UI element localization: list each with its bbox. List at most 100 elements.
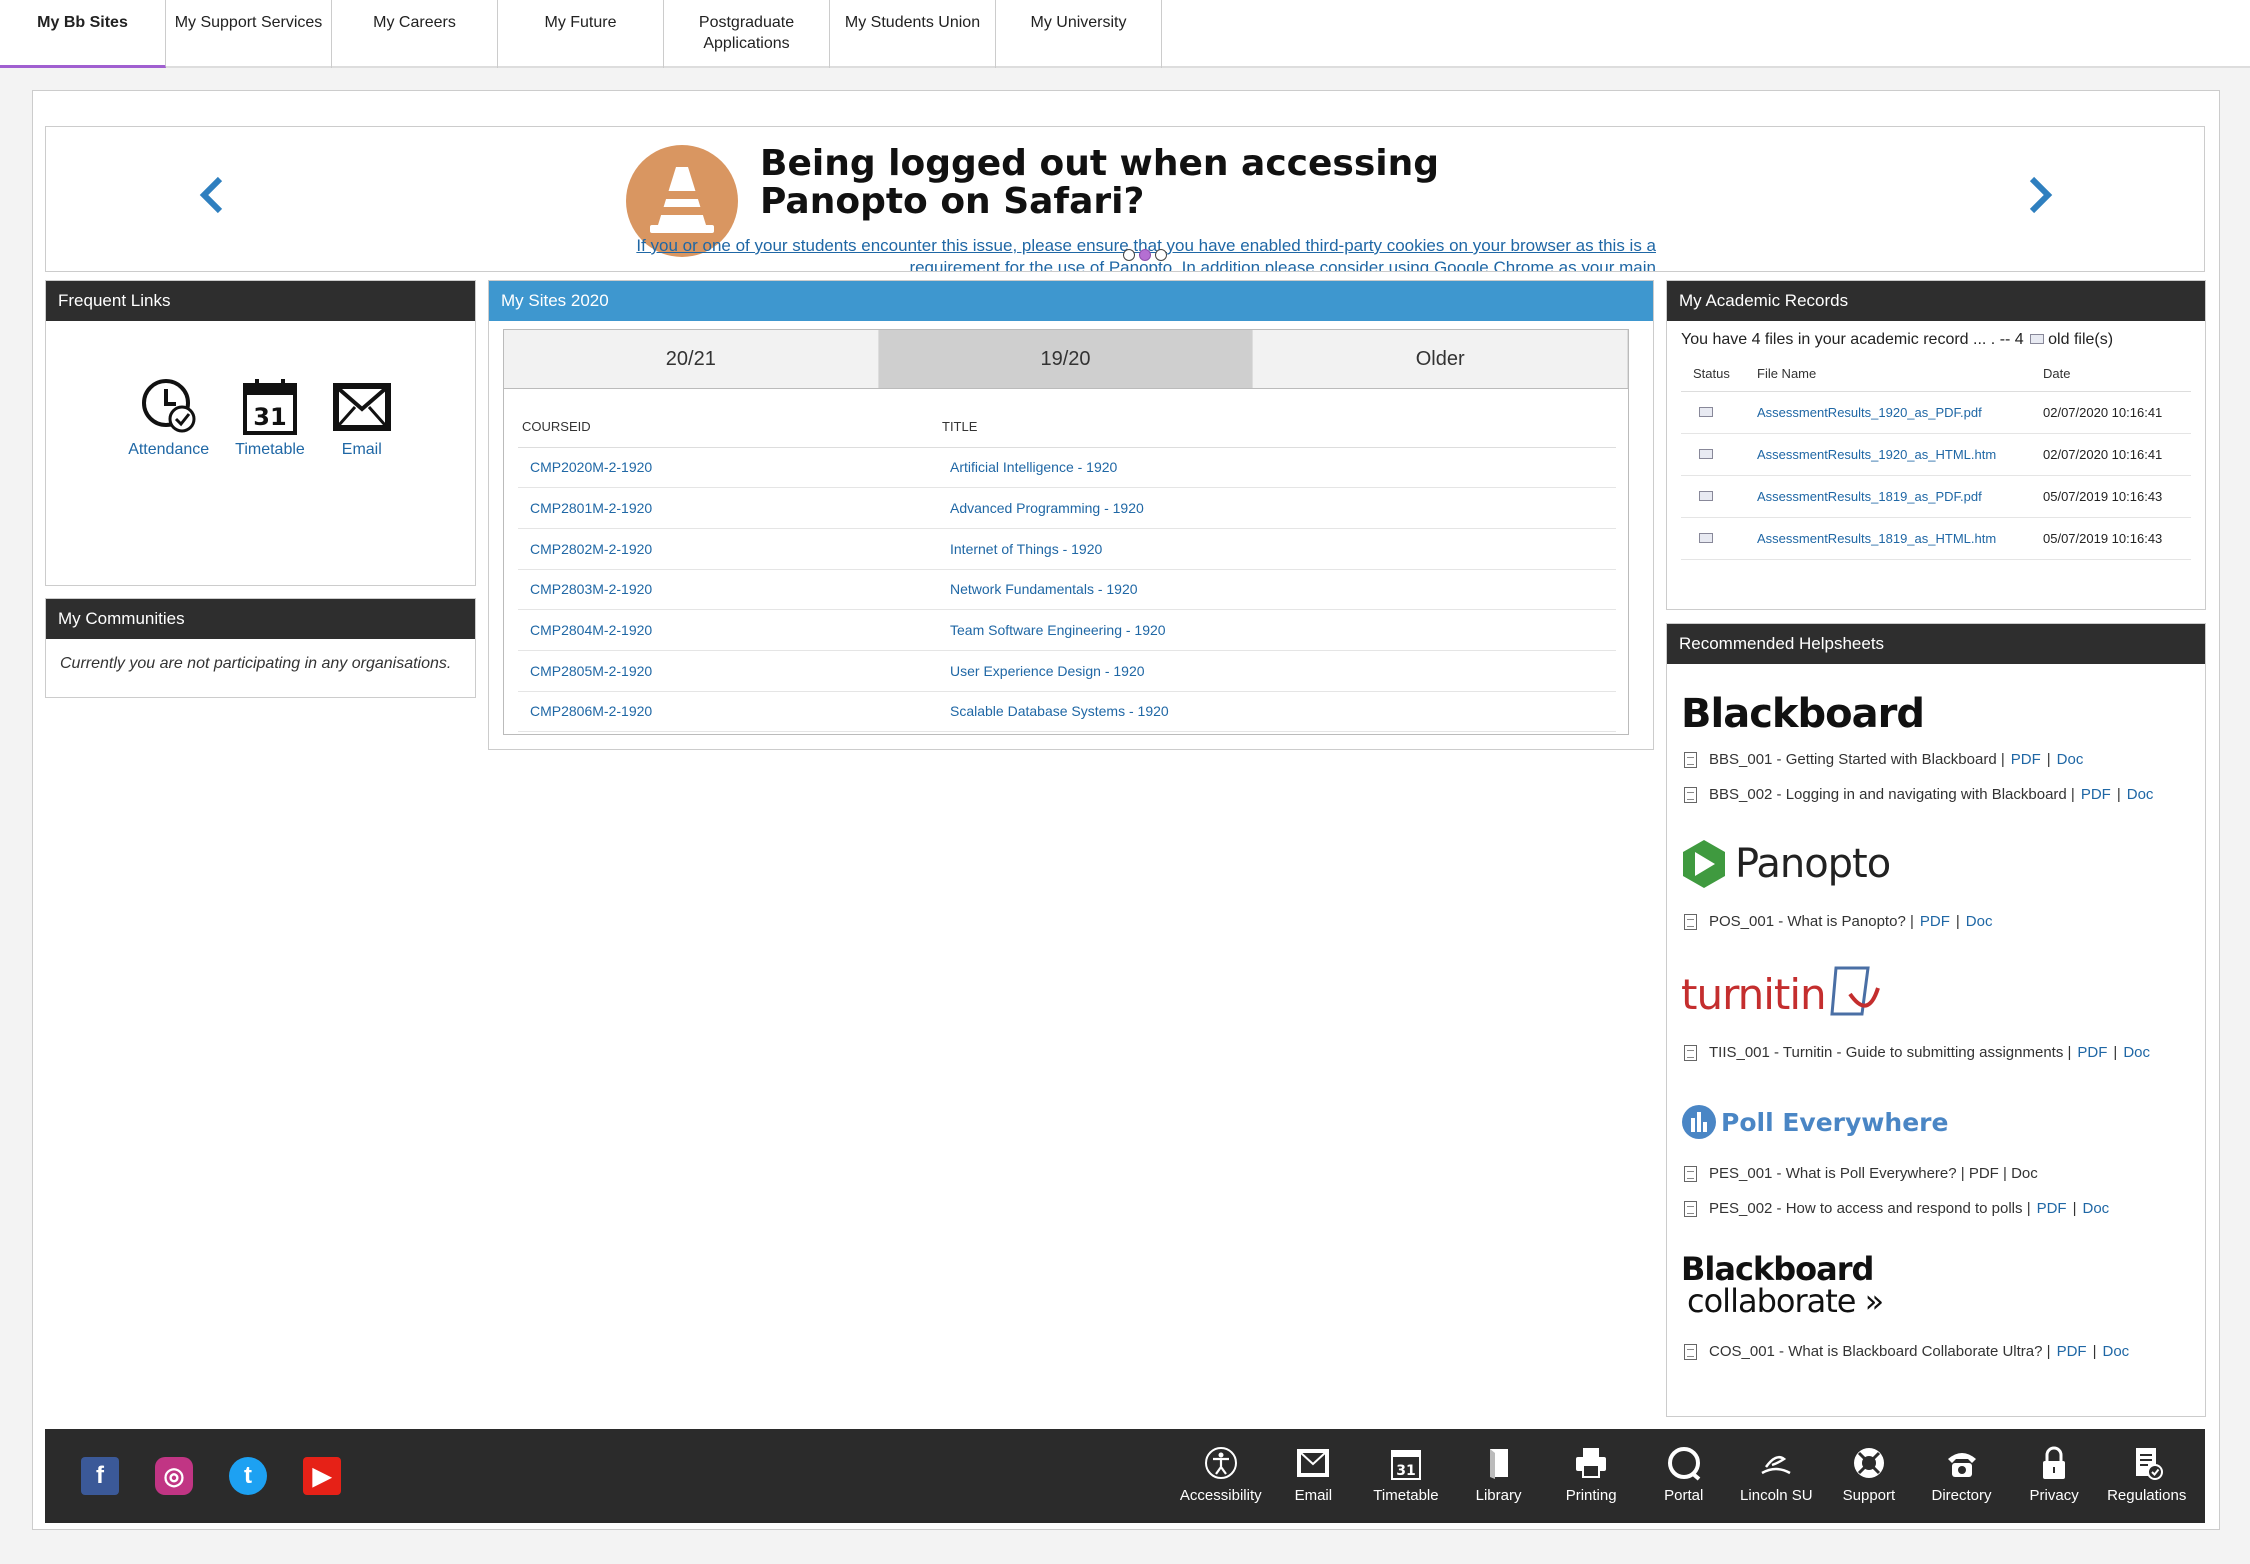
pdf-link[interactable]: PDF xyxy=(2081,786,2111,803)
footer-timetable[interactable]: 31 Timetable xyxy=(1360,1445,1453,1504)
doc-link[interactable]: Doc xyxy=(2123,1044,2150,1061)
lincoln-su-icon xyxy=(1761,1456,1791,1475)
course-title-link[interactable]: User Experience Design - 1920 xyxy=(938,650,1616,692)
doc-link[interactable]: Doc xyxy=(2127,786,2154,803)
panopto-logo: Panopto xyxy=(1681,834,2191,894)
pdf-link[interactable]: PDF xyxy=(2077,1044,2107,1061)
doc-link[interactable]: Doc xyxy=(2057,751,2084,768)
table-row: CMP2803M-2-1920 Network Fundamentals - 19… xyxy=(518,569,1616,611)
blackboard-logo: Blackboard xyxy=(1681,691,1925,737)
calendar-icon: 31 xyxy=(242,379,297,435)
attendance-link[interactable]: Attendance xyxy=(128,377,209,459)
course-id-link[interactable]: CMP2804M-2-1920 xyxy=(518,609,938,651)
footer-directory[interactable]: Directory xyxy=(1915,1445,2008,1504)
chevron-left-icon[interactable] xyxy=(198,169,226,227)
tab-my-future[interactable]: My Future xyxy=(498,0,664,68)
column-header-date: Date xyxy=(2031,357,2191,392)
communities-empty-text: Currently you are not participating in a… xyxy=(60,655,452,672)
portal-icon xyxy=(1667,1447,1701,1481)
tab-older[interactable]: Older xyxy=(1253,330,1629,388)
course-title-link[interactable]: Network Fundamentals - 1920 xyxy=(938,569,1616,611)
pdf-link[interactable]: PDF xyxy=(2037,1200,2067,1217)
tab-my-university[interactable]: My University xyxy=(996,0,1162,68)
course-id-link[interactable]: CMP2806M-2-1920 xyxy=(518,691,938,733)
file-link[interactable]: AssessmentResults_1920_as_PDF.pdf xyxy=(1745,391,2031,434)
carousel-dot-active[interactable] xyxy=(1139,249,1151,261)
course-id-link[interactable]: CMP2020M-2-1920 xyxy=(518,447,938,489)
course-title-link[interactable]: Internet of Things - 1920 xyxy=(938,528,1616,570)
footer-support[interactable]: Support xyxy=(1823,1445,1916,1504)
course-id-link[interactable]: CMP2802M-2-1920 xyxy=(518,528,938,570)
tab-my-students-union[interactable]: My Students Union xyxy=(830,0,996,68)
youtube-icon[interactable]: ▶ xyxy=(303,1457,341,1495)
course-title-link[interactable]: Team Software Engineering - 1920 xyxy=(938,609,1616,651)
course-title-link[interactable]: Scalable Database Systems - 1920 xyxy=(938,691,1616,733)
document-icon xyxy=(1684,751,1697,768)
helpsheet-item: POS_001 - What is Panopto? | PDF | Doc xyxy=(1681,904,2191,939)
column-header-status: Status xyxy=(1681,357,1745,392)
status-icon xyxy=(1699,490,1713,501)
pdf-link[interactable]: PDF xyxy=(1920,913,1950,930)
status-icon xyxy=(1699,448,1713,459)
chevron-right-icon[interactable] xyxy=(2026,169,2054,227)
helpsheets-title: Recommended Helpsheets xyxy=(1667,624,2205,664)
file-link[interactable]: AssessmentResults_1920_as_HTML.htm xyxy=(1745,433,2031,476)
file-link[interactable]: AssessmentResults_1819_as_HTML.htm xyxy=(1745,517,2031,560)
lock-icon xyxy=(2043,1446,2066,1479)
frequent-links-title: Frequent Links xyxy=(46,281,475,321)
timetable-label: Timetable xyxy=(235,441,305,458)
pdf-link[interactable]: PDF xyxy=(2011,751,2041,768)
timetable-link[interactable]: 31 Timetable xyxy=(235,377,305,459)
table-row: CMP2802M-2-1920 Internet of Things - 1920 xyxy=(518,528,1616,570)
footer-regulations[interactable]: Regulations xyxy=(2100,1445,2193,1504)
facebook-icon[interactable]: f xyxy=(81,1457,119,1495)
footer-library[interactable]: Library xyxy=(1452,1445,1545,1504)
accessibility-icon xyxy=(1204,1447,1237,1479)
tab-my-support-services[interactable]: My Support Services xyxy=(166,0,332,68)
doc-link[interactable]: Doc xyxy=(1966,913,1993,930)
email-label: Email xyxy=(341,441,382,458)
frequent-links-panel: Frequent Links Attendance 31 Timetable E… xyxy=(45,280,476,586)
file-date: 02/07/2020 10:16:41 xyxy=(2031,391,2191,434)
course-title-link[interactable]: Advanced Programming - 1920 xyxy=(938,487,1616,529)
doc-link[interactable]: Doc xyxy=(2102,1343,2129,1360)
carousel-dot[interactable] xyxy=(1155,249,1167,261)
my-sites-panel: My Sites 2020 20/21 19/20 Older COURSEID… xyxy=(488,280,1654,750)
footer-lincoln-su[interactable]: Lincoln SU xyxy=(1730,1445,1823,1504)
table-row: CMP2801M-2-1920 Advanced Programming - 19… xyxy=(518,487,1616,529)
course-title-link[interactable]: Artificial Intelligence - 1920 xyxy=(938,447,1616,489)
carousel-dot[interactable] xyxy=(1123,249,1135,261)
tab-my-bb-sites[interactable]: My Bb Sites xyxy=(0,0,166,68)
tab-postgraduate-applications[interactable]: Postgraduate Applications xyxy=(664,0,830,68)
tab-2021[interactable]: 20/21 xyxy=(504,330,879,388)
file-date: 02/07/2020 10:16:41 xyxy=(2031,433,2191,476)
tab-1920[interactable]: 19/20 xyxy=(878,330,1254,388)
blackboard-collaborate-logo: Blackboard collaborate » xyxy=(1681,1250,1884,1320)
course-id-link[interactable]: CMP2803M-2-1920 xyxy=(518,569,938,611)
course-id-link[interactable]: CMP2801M-2-1920 xyxy=(518,487,938,529)
table-row: AssessmentResults_1920_as_HTML.htm 02/07/… xyxy=(1681,433,2191,476)
tab-my-careers[interactable]: My Careers xyxy=(332,0,498,68)
footer-portal[interactable]: Portal xyxy=(1637,1445,1730,1504)
helpsheet-item: PES_002 - How to access and respond to p… xyxy=(1681,1191,2191,1226)
footer-email[interactable]: Email xyxy=(1267,1445,1360,1504)
file-icon xyxy=(2029,334,2044,344)
course-id-link[interactable]: CMP2805M-2-1920 xyxy=(518,650,938,692)
column-header-courseid: COURSEID xyxy=(518,407,938,448)
carousel-indicators xyxy=(1123,249,1167,261)
file-link[interactable]: AssessmentResults_1819_as_PDF.pdf xyxy=(1745,475,2031,518)
doc-link[interactable]: Doc xyxy=(2083,1200,2110,1217)
academic-records-panel: My Academic Records You have 4 files in … xyxy=(1666,280,2206,610)
email-link[interactable]: Email xyxy=(331,377,393,459)
twitter-icon[interactable]: t xyxy=(229,1457,267,1495)
document-icon xyxy=(1684,1200,1697,1217)
pdf-link[interactable]: PDF xyxy=(2057,1343,2087,1360)
attendance-icon xyxy=(141,379,196,433)
footer-printing[interactable]: Printing xyxy=(1545,1445,1638,1504)
footer-privacy[interactable]: Privacy xyxy=(2008,1445,2101,1504)
document-icon xyxy=(1684,786,1697,803)
records-summary-text: You have 4 files in your academic record… xyxy=(1681,331,2024,348)
records-table: Status File Name Date AssessmentResults_… xyxy=(1681,357,2191,560)
footer-accessibility[interactable]: Accessibility xyxy=(1174,1445,1267,1504)
instagram-icon[interactable]: ◎ xyxy=(155,1457,193,1495)
